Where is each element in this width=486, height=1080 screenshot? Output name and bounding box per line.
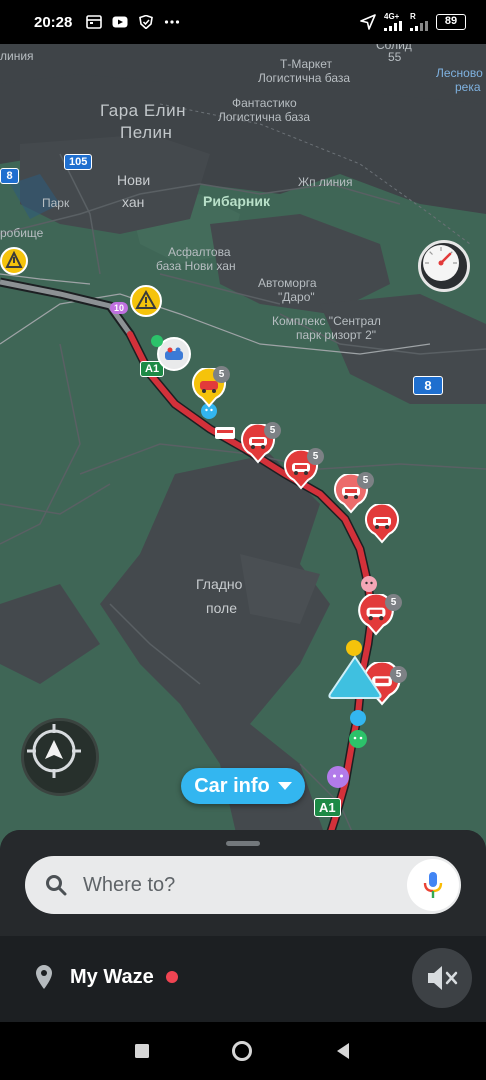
drag-handle[interactable] — [226, 841, 260, 846]
map-label: Комплекс "Сентрал — [272, 314, 381, 328]
map-label: робище — [0, 226, 44, 240]
search-placeholder: Where to? — [83, 873, 176, 896]
map-label: база Нови хан — [156, 259, 236, 273]
map-label: Гара Елин — [100, 101, 186, 120]
road-shield-8: 8 — [413, 376, 443, 395]
report-count: 5 — [390, 666, 407, 683]
map-label: Лесново — [436, 66, 483, 80]
road-shield-a1: A1 — [314, 798, 341, 817]
report-count: 5 — [264, 422, 281, 439]
sim2-label: R — [410, 12, 416, 21]
more-icon — [165, 20, 180, 24]
map-label: Жп линия — [298, 175, 353, 189]
my-waze-button[interactable]: My Waze — [34, 964, 178, 990]
hazard-icon[interactable] — [129, 284, 163, 318]
signal-icon-2 — [410, 21, 428, 31]
car-info-button[interactable]: Car info — [181, 768, 305, 804]
map-label: "Даро" — [278, 290, 315, 304]
map-label: Пелин — [120, 123, 173, 142]
map-label: Рибарник — [203, 193, 270, 209]
map-label: парк ризорт 2" — [296, 328, 377, 342]
hazard-icon[interactable] — [0, 247, 30, 277]
shield-icon — [139, 15, 154, 29]
map-view[interactable]: линия Солид 55 Т-Маркет Логистична база … — [0, 44, 486, 850]
map-label: Парк — [42, 196, 70, 210]
notification-dot — [165, 971, 178, 983]
map-label: 55 — [388, 50, 402, 64]
road-shield-8: 8 — [0, 168, 19, 184]
youtube-icon — [112, 16, 128, 28]
map-label: Гладно — [196, 576, 243, 592]
map-label: Автоморга — [258, 276, 317, 290]
report-count: 5 — [307, 448, 324, 465]
back-icon[interactable] — [332, 1040, 354, 1062]
search-icon — [46, 875, 67, 896]
network-type-label: 4G+ — [384, 12, 400, 21]
wazer-icon — [327, 766, 349, 788]
signal-icon — [384, 21, 402, 31]
wazer-icon — [350, 710, 366, 726]
current-location-arrow — [328, 655, 382, 699]
wazer-icon — [361, 576, 377, 592]
report-count: 5 — [213, 366, 230, 383]
voice-search-button[interactable] — [407, 859, 459, 911]
sound-toggle-button[interactable] — [412, 948, 472, 1008]
map-label: Асфалтова — [168, 245, 231, 259]
map-label: Нови — [117, 172, 151, 188]
status-bar: 20:28 4G+ R 89 — [0, 0, 486, 44]
speaker-muted-icon — [428, 966, 458, 990]
report-count: 5 — [385, 594, 402, 611]
system-nav-bar — [0, 1022, 486, 1080]
wazer-icon — [349, 730, 367, 748]
recenter-button[interactable] — [21, 718, 99, 796]
wazer-icon — [151, 335, 163, 347]
map-label: Логистична база — [218, 110, 311, 124]
car-info-label: Car info — [194, 774, 270, 797]
calendar-icon — [86, 15, 103, 29]
speedometer-icon — [423, 245, 459, 281]
map-label: линия — [0, 49, 34, 63]
map-label: Фантастико — [232, 96, 297, 110]
chevron-down-icon — [277, 782, 292, 790]
map-label: Т-Маркет — [280, 57, 332, 71]
road-shield-105: 105 — [64, 154, 93, 170]
speedometer[interactable] — [418, 240, 470, 292]
bottom-sheet[interactable]: Where to? My Waze — [0, 830, 486, 1022]
compass-icon — [27, 724, 81, 778]
home-icon[interactable] — [231, 1040, 253, 1062]
closure-icon — [215, 427, 235, 439]
location-arrow-icon — [360, 14, 376, 30]
report-count: 5 — [357, 472, 374, 489]
map-label: хан — [122, 194, 145, 210]
traffic-jam-icon — [365, 504, 399, 544]
search-bar[interactable]: Where to? — [25, 856, 461, 914]
map-label: Логистична база — [258, 71, 351, 85]
recents-icon[interactable] — [131, 1040, 153, 1062]
my-waze-label: My Waze — [70, 965, 154, 988]
map-label: река — [455, 80, 481, 94]
search-section: Where to? — [0, 830, 486, 936]
location-pin-icon — [36, 965, 52, 989]
battery-icon: 89 — [436, 14, 466, 30]
clock: 20:28 — [34, 13, 73, 31]
map-label: поле — [206, 600, 238, 616]
small-badge: 10 — [110, 302, 129, 314]
microphone-icon — [423, 872, 443, 898]
